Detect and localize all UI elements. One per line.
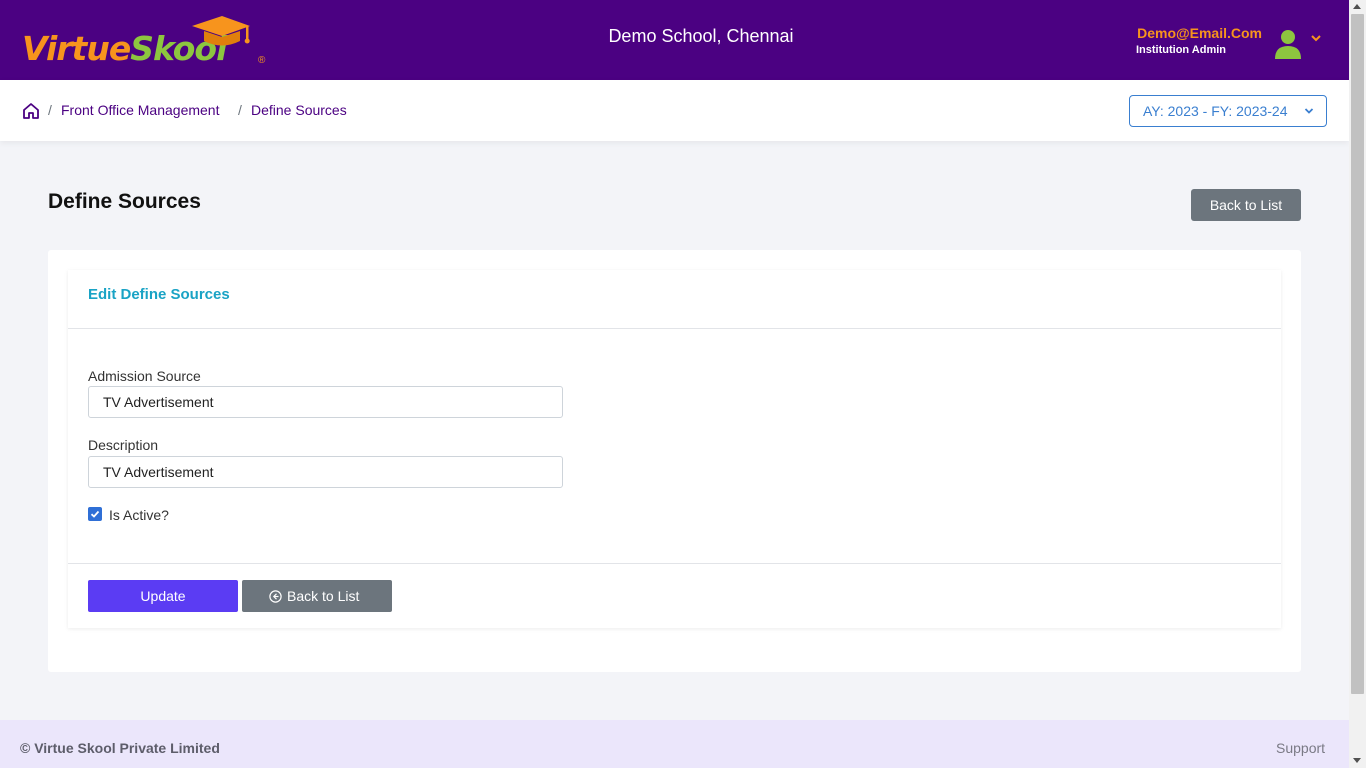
user-role: Institution Admin: [1136, 44, 1227, 56]
breadcrumb-separator: /: [48, 102, 52, 118]
academic-year-select[interactable]: AY: 2023 - FY: 2023-24: [1129, 95, 1327, 127]
description-input[interactable]: [88, 456, 563, 488]
breadcrumb-front-office[interactable]: Front Office Management: [61, 102, 219, 118]
chevron-down-icon[interactable]: [1309, 31, 1323, 45]
logo-text-virtue: Virtue: [22, 29, 131, 68]
breadcrumb-separator: /: [238, 102, 242, 118]
checkmark-icon: [90, 510, 100, 518]
school-name: Demo School, Chennai: [608, 26, 794, 46]
user-email: Demo@Email.Com: [1137, 25, 1262, 41]
copyright-text: © Virtue Skool Private Limited: [20, 740, 220, 756]
card-title: Edit Define Sources: [88, 286, 230, 303]
description-label: Description: [88, 437, 159, 453]
edit-form-card: [68, 270, 1281, 628]
breadcrumb-define-sources: Define Sources: [251, 102, 347, 118]
arrow-left-circle-icon: [269, 590, 282, 603]
admission-source-label: Admission Source: [88, 368, 201, 384]
vertical-scrollbar[interactable]: [1349, 0, 1366, 768]
scrollbar-thumb[interactable]: [1351, 14, 1364, 694]
card-header-divider: [68, 328, 1281, 329]
back-to-list-bottom-button[interactable]: Back to List: [242, 580, 392, 612]
academic-year-value: AY: 2023 - FY: 2023-24: [1143, 103, 1288, 119]
page-title: Define Sources: [48, 190, 201, 213]
admission-source-input[interactable]: [88, 386, 563, 418]
virtueskool-logo[interactable]: VirtueSkool ®: [20, 14, 270, 70]
is-active-label: Is Active?: [109, 507, 169, 523]
is-active-checkbox[interactable]: [88, 507, 102, 521]
scroll-up-arrow-icon[interactable]: [1353, 4, 1361, 9]
home-icon[interactable]: [22, 102, 40, 120]
scroll-down-arrow-icon[interactable]: [1353, 758, 1361, 763]
chevron-down-icon: [1304, 108, 1314, 114]
card-footer-divider: [68, 563, 1281, 564]
graduation-cap-icon: [192, 16, 250, 46]
user-avatar-icon[interactable]: [1273, 28, 1303, 60]
update-button[interactable]: Update: [88, 580, 238, 612]
registered-mark: ®: [258, 55, 266, 66]
app-viewport: VirtueSkool ® Demo School, Chennai Demo@…: [0, 0, 1349, 768]
back-to-list-label: Back to List: [287, 588, 360, 604]
support-link[interactable]: Support: [1276, 740, 1325, 756]
back-to-list-button[interactable]: Back to List: [1191, 189, 1301, 221]
